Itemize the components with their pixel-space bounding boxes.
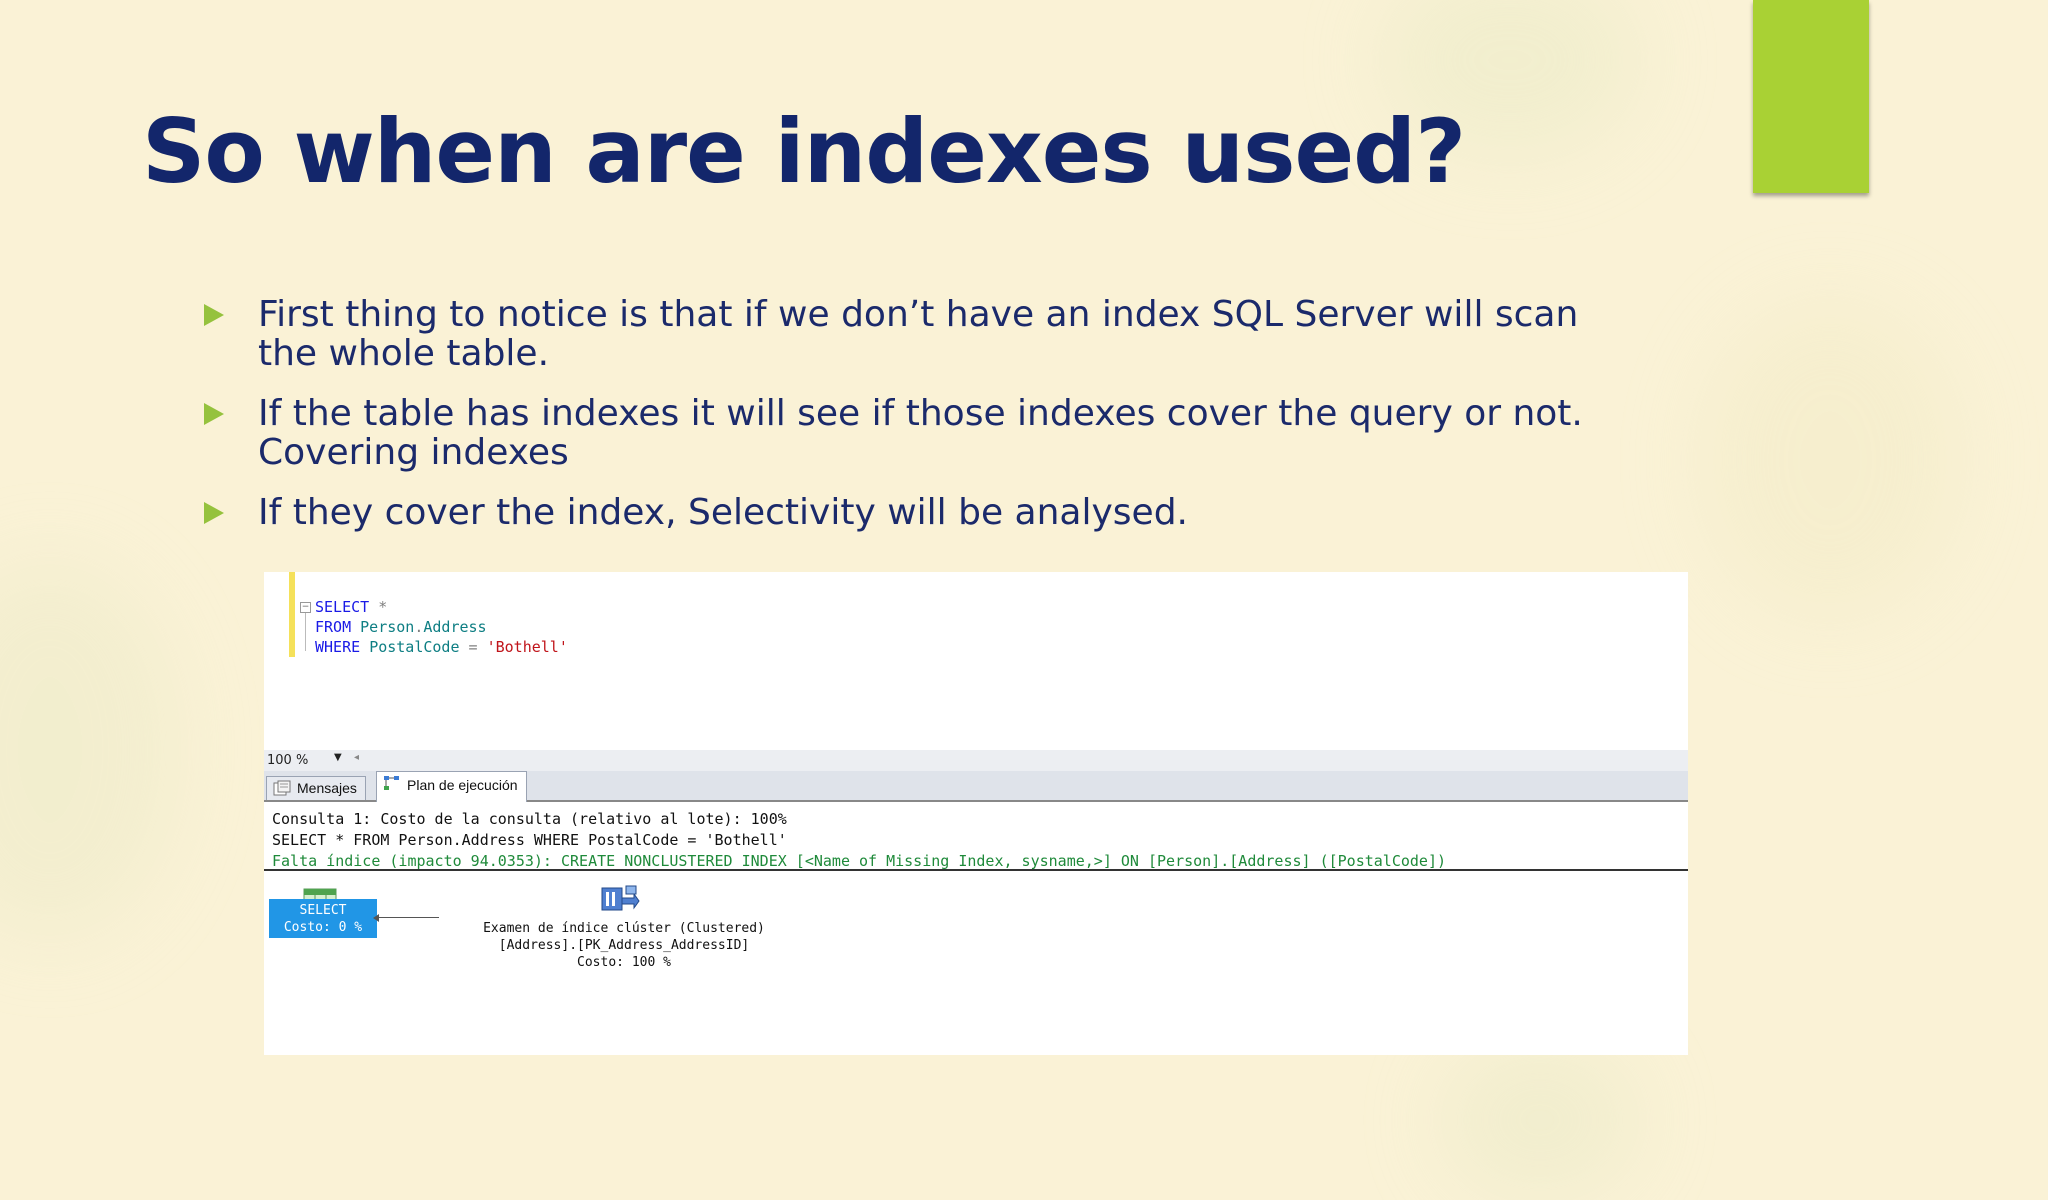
node-cost: Costo: 100 %	[577, 955, 671, 970]
tab-mensajes[interactable]: Mensajes	[266, 776, 366, 800]
background-blob	[1440, 1040, 1640, 1200]
chevron-down-icon[interactable]: ▼	[334, 752, 342, 763]
messages-icon	[273, 780, 291, 796]
tab-label: Plan de ejecución	[407, 777, 518, 793]
missing-index-line[interactable]: Falta índice (impacto 94.0353): CREATE N…	[272, 851, 1446, 871]
results-tab-bar: Mensajes Plan de ejecución	[264, 771, 1688, 802]
query-text-line: SELECT * FROM Person.Address WHERE Posta…	[272, 831, 787, 849]
change-margin-bar	[289, 572, 295, 657]
slide-title: So when are indexes used?	[142, 100, 1466, 203]
tab-label: Mensajes	[297, 780, 357, 796]
select-operator-node[interactable]: SELECT Costo: 0 %	[269, 899, 377, 938]
bullet-item: If they cover the index, Selectivity wil…	[204, 493, 1724, 532]
node-cost: Costo: 0 %	[283, 920, 363, 935]
bullet-text: If the table has indexes it will see if …	[258, 393, 1583, 473]
arrow-icon	[373, 914, 379, 922]
accent-tab	[1753, 0, 1869, 193]
zoom-select[interactable]: 100 %	[267, 753, 308, 768]
clustered-index-scan-icon[interactable]	[600, 884, 640, 916]
ssms-screenshot: − SELECT * FROM Person.Address WHERE Pos…	[264, 572, 1688, 1055]
code-line: WHERE PostalCode = 'Bothell'	[315, 638, 568, 656]
code-line: FROM Person.Address	[315, 618, 487, 636]
execution-plan-icon	[384, 776, 399, 790]
query-cost-line: Consulta 1: Costo de la consulta (relati…	[272, 810, 787, 828]
editor-status-bar: 100 % ▼ ◂	[264, 750, 1688, 771]
clustered-index-scan-node[interactable]: Examen de índice clúster (Clustered) [Ad…	[439, 920, 809, 971]
collapse-icon[interactable]: −	[300, 602, 311, 613]
code-line: SELECT *	[315, 598, 388, 616]
scroll-left-icon[interactable]: ◂	[354, 752, 359, 763]
node-label: SELECT	[299, 903, 347, 918]
bullet-arrow-icon	[204, 403, 224, 425]
bullet-text: First thing to notice is that if we don’…	[258, 294, 1579, 374]
execution-plan-pane: Consulta 1: Costo de la consulta (relati…	[264, 802, 1688, 1055]
fold-line	[305, 613, 306, 651]
bullet-arrow-icon	[204, 502, 224, 524]
bullet-text: If they cover the index, Selectivity wil…	[258, 492, 1188, 533]
node-object: [Address].[PK_Address_AddressID]	[498, 938, 750, 953]
bullet-arrow-icon	[204, 304, 224, 326]
bullet-item: If the table has indexes it will see if …	[204, 394, 1724, 472]
divider	[264, 869, 1688, 871]
background-blob	[0, 560, 180, 940]
tab-plan-de-ejecucion[interactable]: Plan de ejecución	[376, 771, 527, 802]
bullet-item: First thing to notice is that if we don’…	[204, 295, 1724, 373]
query-editor[interactable]: − SELECT * FROM Person.Address WHERE Pos…	[264, 572, 1688, 750]
plan-connector	[377, 917, 439, 918]
background-blob	[1700, 300, 1960, 620]
node-label: Examen de índice clúster (Clustered)	[483, 921, 765, 936]
